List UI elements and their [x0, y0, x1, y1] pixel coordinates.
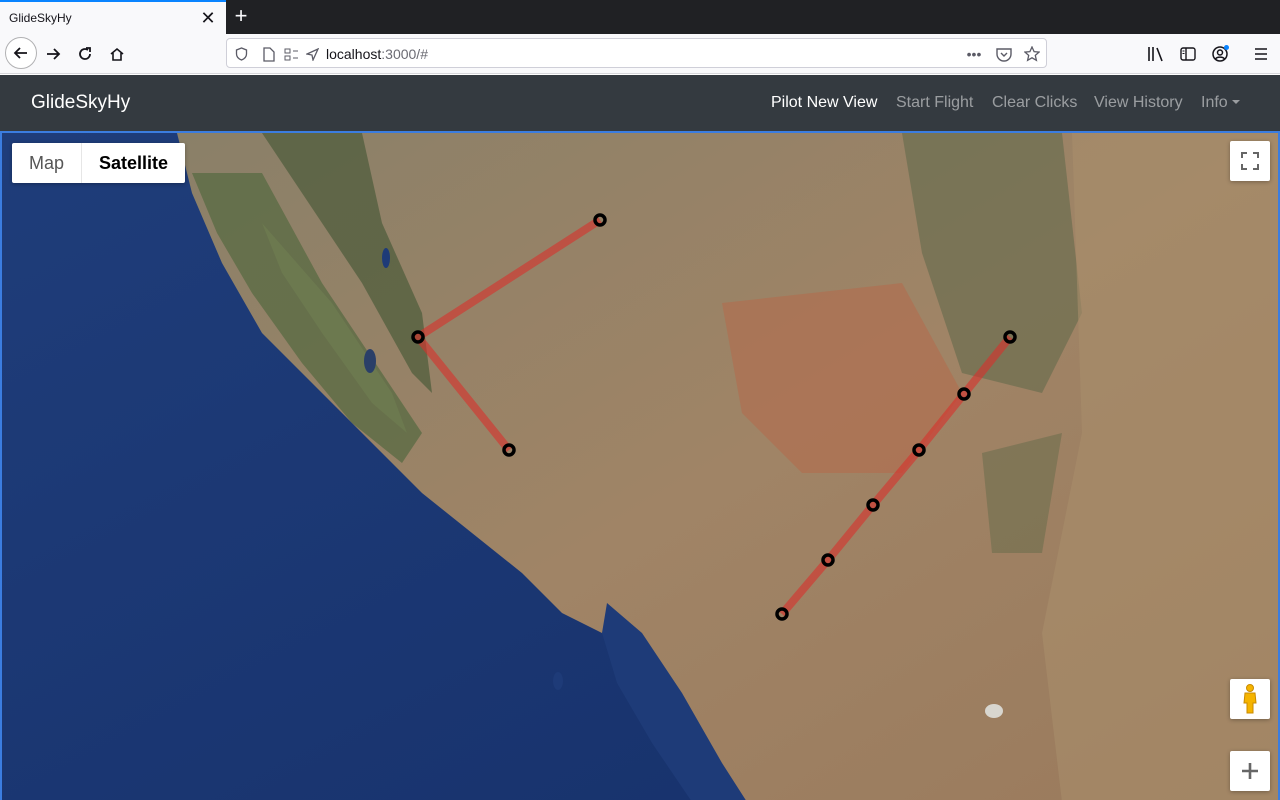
nav-start-flight[interactable]: Start Flight — [896, 94, 973, 112]
shield-icon[interactable] — [232, 45, 250, 63]
url-text[interactable]: localhost:3000/# — [326, 46, 428, 62]
tab-title: GlideSkyHy — [9, 11, 72, 25]
fullscreen-icon[interactable] — [1230, 141, 1270, 181]
home-icon[interactable] — [103, 40, 131, 68]
nav-info-label: Info — [1201, 94, 1228, 111]
nav-view-history[interactable]: View History — [1094, 94, 1183, 112]
brand[interactable]: GlideSkyHy — [31, 92, 130, 114]
close-tab-icon[interactable]: ✕ — [199, 9, 217, 27]
reload-icon[interactable] — [71, 40, 99, 68]
new-tab-icon[interactable]: + — [230, 4, 252, 28]
sidebar-icon[interactable] — [1174, 40, 1202, 68]
plus-icon[interactable] — [1230, 751, 1270, 791]
map-type-control: Map Satellite — [12, 143, 186, 183]
browser-tab-strip: GlideSkyHy ✕ + — [0, 0, 1280, 34]
browser-tab[interactable]: GlideSkyHy ✕ — [0, 0, 226, 34]
bookmark-star-icon[interactable] — [1022, 45, 1042, 63]
more-actions-icon[interactable]: ••• — [964, 45, 984, 63]
app-navbar: GlideSkyHy Pilot New View Start Flight C… — [0, 75, 1280, 131]
chevron-down-icon — [1231, 100, 1240, 104]
url-path: :3000/# — [381, 46, 428, 62]
forward-arrow-icon[interactable] — [39, 40, 67, 68]
map-type-satellite-button[interactable]: Satellite — [81, 143, 185, 183]
flight-path-2 — [778, 334, 1014, 617]
flight-paths-layer — [411, 213, 1017, 621]
permissions-icon[interactable] — [282, 45, 300, 63]
map-canvas[interactable]: Map Satellite — [0, 131, 1280, 800]
url-host: localhost — [326, 46, 382, 62]
library-icon[interactable] — [1142, 40, 1170, 68]
page-icon[interactable] — [260, 45, 278, 63]
nav-info-dropdown[interactable]: Info — [1201, 94, 1240, 112]
pocket-icon[interactable] — [994, 45, 1014, 63]
location-arrow-icon[interactable] — [303, 45, 321, 63]
nav-pilot-new-view[interactable]: Pilot New View — [771, 94, 877, 112]
account-icon[interactable] — [1206, 40, 1234, 68]
browser-toolbar: localhost:3000/# ••• — [0, 34, 1280, 74]
flight-path-1 — [412, 216, 603, 453]
url-bar[interactable]: localhost:3000/# ••• — [226, 38, 1047, 68]
menu-icon[interactable] — [1247, 40, 1275, 68]
map-type-map-button[interactable]: Map — [12, 143, 81, 183]
pegman-icon[interactable] — [1230, 679, 1270, 719]
nav-clear-clicks[interactable]: Clear Clicks — [992, 94, 1077, 112]
back-arrow-icon[interactable] — [5, 37, 37, 69]
